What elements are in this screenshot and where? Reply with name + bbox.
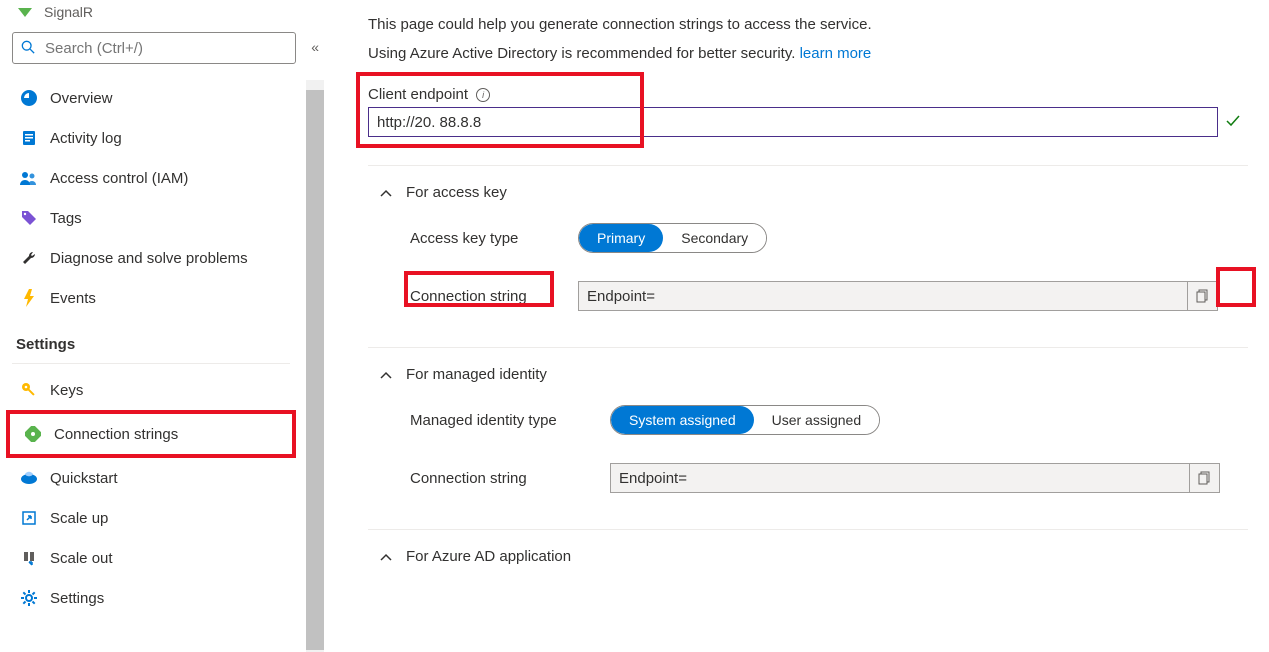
sidebar-item-label: Activity log: [50, 130, 122, 147]
client-endpoint-label-row: Client endpoint i: [368, 86, 1269, 107]
sidebar: SignalR « Overview Activity log: [0, 0, 320, 652]
scale-up-icon: [20, 510, 38, 526]
chevron-up-icon: [380, 550, 392, 564]
divider: [368, 347, 1248, 348]
sidebar-item-label: Overview: [50, 90, 113, 107]
copy-icon: [1198, 471, 1212, 485]
search-input[interactable]: [43, 39, 287, 58]
connection-string-value[interactable]: Endpoint=: [610, 463, 1190, 493]
sidebar-item-scale-up[interactable]: Scale up: [12, 498, 296, 538]
access-key-conn-row: Connection string Endpoint=: [368, 273, 1269, 319]
connection-string-value[interactable]: Endpoint=: [578, 281, 1188, 311]
highlight-copy-button: [1216, 267, 1256, 307]
overview-icon: [20, 90, 38, 106]
sidebar-item-overview[interactable]: Overview: [12, 78, 296, 118]
resource-chevron-icon: [16, 5, 34, 19]
sidebar-item-connection-strings[interactable]: Connection strings: [16, 414, 286, 454]
divider: [368, 165, 1248, 166]
resource-title: SignalR: [44, 4, 93, 20]
copy-icon: [1196, 289, 1210, 303]
chevron-up-icon: [380, 368, 392, 382]
events-icon: [20, 289, 38, 307]
client-endpoint-input[interactable]: [368, 107, 1218, 137]
sidebar-item-label: Tags: [50, 210, 82, 227]
sidebar-item-label: Access control (IAM): [50, 170, 188, 187]
access-key-type-label: Access key type: [410, 230, 578, 247]
search-row: «: [12, 32, 312, 64]
managed-identity-conn-row: Connection string Endpoint=: [368, 455, 1269, 501]
expander-title: For Azure AD application: [406, 548, 571, 565]
pill-user-assigned[interactable]: User assigned: [754, 406, 880, 434]
main-content: This page could help you generate connec…: [320, 0, 1269, 652]
highlight-connection-strings: Connection strings: [6, 410, 296, 458]
pill-system-assigned[interactable]: System assigned: [611, 406, 754, 434]
sidebar-item-scale-out[interactable]: Scale out: [12, 538, 296, 578]
info-icon[interactable]: i: [476, 88, 490, 102]
expander-managed-identity[interactable]: For managed identity: [368, 360, 1269, 397]
copy-button[interactable]: [1188, 281, 1218, 311]
expander-title: For access key: [406, 184, 507, 201]
client-endpoint-input-row: [368, 107, 1248, 137]
sidebar-item-label: Scale out: [50, 550, 113, 567]
intro-line-1: This page could help you generate connec…: [368, 16, 1269, 33]
sidebar-item-label: Quickstart: [50, 470, 118, 487]
expander-aad[interactable]: For Azure AD application: [368, 542, 1269, 579]
sidebar-item-events[interactable]: Events: [12, 278, 296, 318]
sidebar-item-activity-log[interactable]: Activity log: [12, 118, 296, 158]
activity-log-icon: [20, 130, 38, 146]
diagnose-icon: [20, 250, 38, 266]
pill-primary[interactable]: Primary: [579, 224, 663, 252]
learn-more-link[interactable]: learn more: [800, 45, 872, 62]
sidebar-item-settings[interactable]: Settings: [12, 578, 296, 618]
sidebar-item-tags[interactable]: Tags: [12, 198, 296, 238]
resource-header: SignalR: [12, 0, 312, 28]
intro-text: Using Azure Active Directory is recommen…: [368, 45, 800, 62]
sidebar-item-label: Settings: [50, 590, 104, 607]
sidebar-menu: Overview Activity log Access control (IA…: [12, 78, 296, 618]
pill-secondary[interactable]: Secondary: [663, 224, 766, 252]
connection-string-label: Connection string: [410, 288, 578, 305]
sidebar-item-label: Scale up: [50, 510, 108, 527]
tags-icon: [20, 210, 38, 226]
quickstart-icon: [20, 471, 38, 485]
sidebar-item-diagnose[interactable]: Diagnose and solve problems: [12, 238, 296, 278]
expander-title: For managed identity: [406, 366, 547, 383]
sidebar-item-label: Diagnose and solve problems: [50, 250, 248, 267]
settings-gear-icon: [20, 590, 38, 606]
client-endpoint-label: Client endpoint: [368, 86, 468, 103]
managed-identity-type-toggle[interactable]: System assigned User assigned: [610, 405, 880, 435]
sidebar-item-quickstart[interactable]: Quickstart: [12, 458, 296, 498]
sidebar-item-label: Events: [50, 290, 96, 307]
divider: [368, 529, 1248, 530]
expander-access-key[interactable]: For access key: [368, 178, 1269, 215]
access-key-type-toggle[interactable]: Primary Secondary: [578, 223, 767, 253]
collapse-sidebar-icon[interactable]: «: [311, 39, 316, 55]
scale-out-icon: [20, 550, 38, 566]
check-icon: [1218, 113, 1248, 132]
sidebar-item-label: Connection strings: [54, 426, 178, 443]
sidebar-section-settings: Settings: [12, 318, 290, 364]
access-key-type-row: Access key type Primary Secondary: [368, 215, 1269, 261]
chevron-up-icon: [380, 186, 392, 200]
copy-button[interactable]: [1190, 463, 1220, 493]
connection-strings-icon: [24, 426, 42, 442]
sidebar-item-access-control[interactable]: Access control (IAM): [12, 158, 296, 198]
sidebar-item-label: Keys: [50, 382, 83, 399]
search-box[interactable]: [12, 32, 296, 64]
intro-line-2: Using Azure Active Directory is recommen…: [368, 45, 1269, 62]
client-endpoint-block: Client endpoint i: [368, 86, 1269, 137]
sidebar-item-keys[interactable]: Keys: [12, 370, 296, 410]
managed-identity-type-label: Managed identity type: [410, 412, 610, 429]
keys-icon: [20, 382, 38, 398]
search-icon: [21, 40, 35, 57]
access-control-icon: [20, 170, 38, 186]
connection-string-label: Connection string: [410, 470, 610, 487]
managed-identity-type-row: Managed identity type System assigned Us…: [368, 397, 1269, 443]
